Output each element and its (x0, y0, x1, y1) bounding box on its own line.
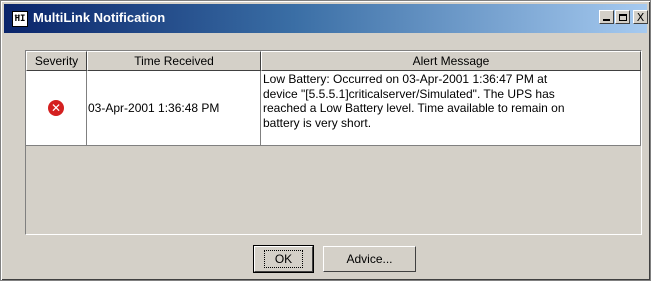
alerts-table: Severity Time Received Alert Message ✕ 0… (25, 50, 642, 235)
time-received-cell: 03-Apr-2001 1:36:48 PM (87, 71, 261, 146)
close-button[interactable]: X (633, 10, 648, 24)
notification-window: ĦI MultiLink Notification X Severity Tim… (0, 0, 651, 281)
error-icon: ✕ (48, 100, 64, 116)
alert-message-cell: Low Battery: Occurred on 03-Apr-2001 1:3… (261, 71, 641, 146)
table-header: Severity Time Received Alert Message (26, 51, 641, 71)
column-header-time-received[interactable]: Time Received (87, 51, 261, 71)
column-header-severity[interactable]: Severity (26, 51, 87, 71)
minimize-icon (603, 19, 610, 21)
ok-button[interactable]: OK (253, 245, 314, 273)
column-header-alert-message[interactable]: Alert Message (261, 51, 641, 71)
alert-message-line: device "[5.5.5.1]criticalserver/Simulate… (263, 86, 555, 101)
title-bar[interactable]: ĦI MultiLink Notification X (4, 4, 648, 33)
alert-message-line: Low Battery: Occurred on 03-Apr-2001 1:3… (263, 72, 548, 86)
app-icon[interactable]: ĦI (12, 11, 28, 27)
ok-button-label: OK (263, 250, 304, 268)
close-icon: X (636, 10, 645, 24)
minimize-button[interactable] (599, 10, 614, 24)
alert-message-line: battery is very short. (263, 115, 372, 130)
alert-message-line: reached a Low Battery level. Time availa… (263, 101, 565, 115)
maximize-icon (618, 13, 627, 21)
table-row[interactable]: ✕ 03-Apr-2001 1:36:48 PM Low Battery: Oc… (26, 71, 641, 146)
maximize-button[interactable] (615, 10, 630, 24)
advice-button[interactable]: Advice... (323, 246, 416, 272)
window-title: MultiLink Notification (33, 10, 166, 25)
severity-cell: ✕ (26, 71, 87, 146)
